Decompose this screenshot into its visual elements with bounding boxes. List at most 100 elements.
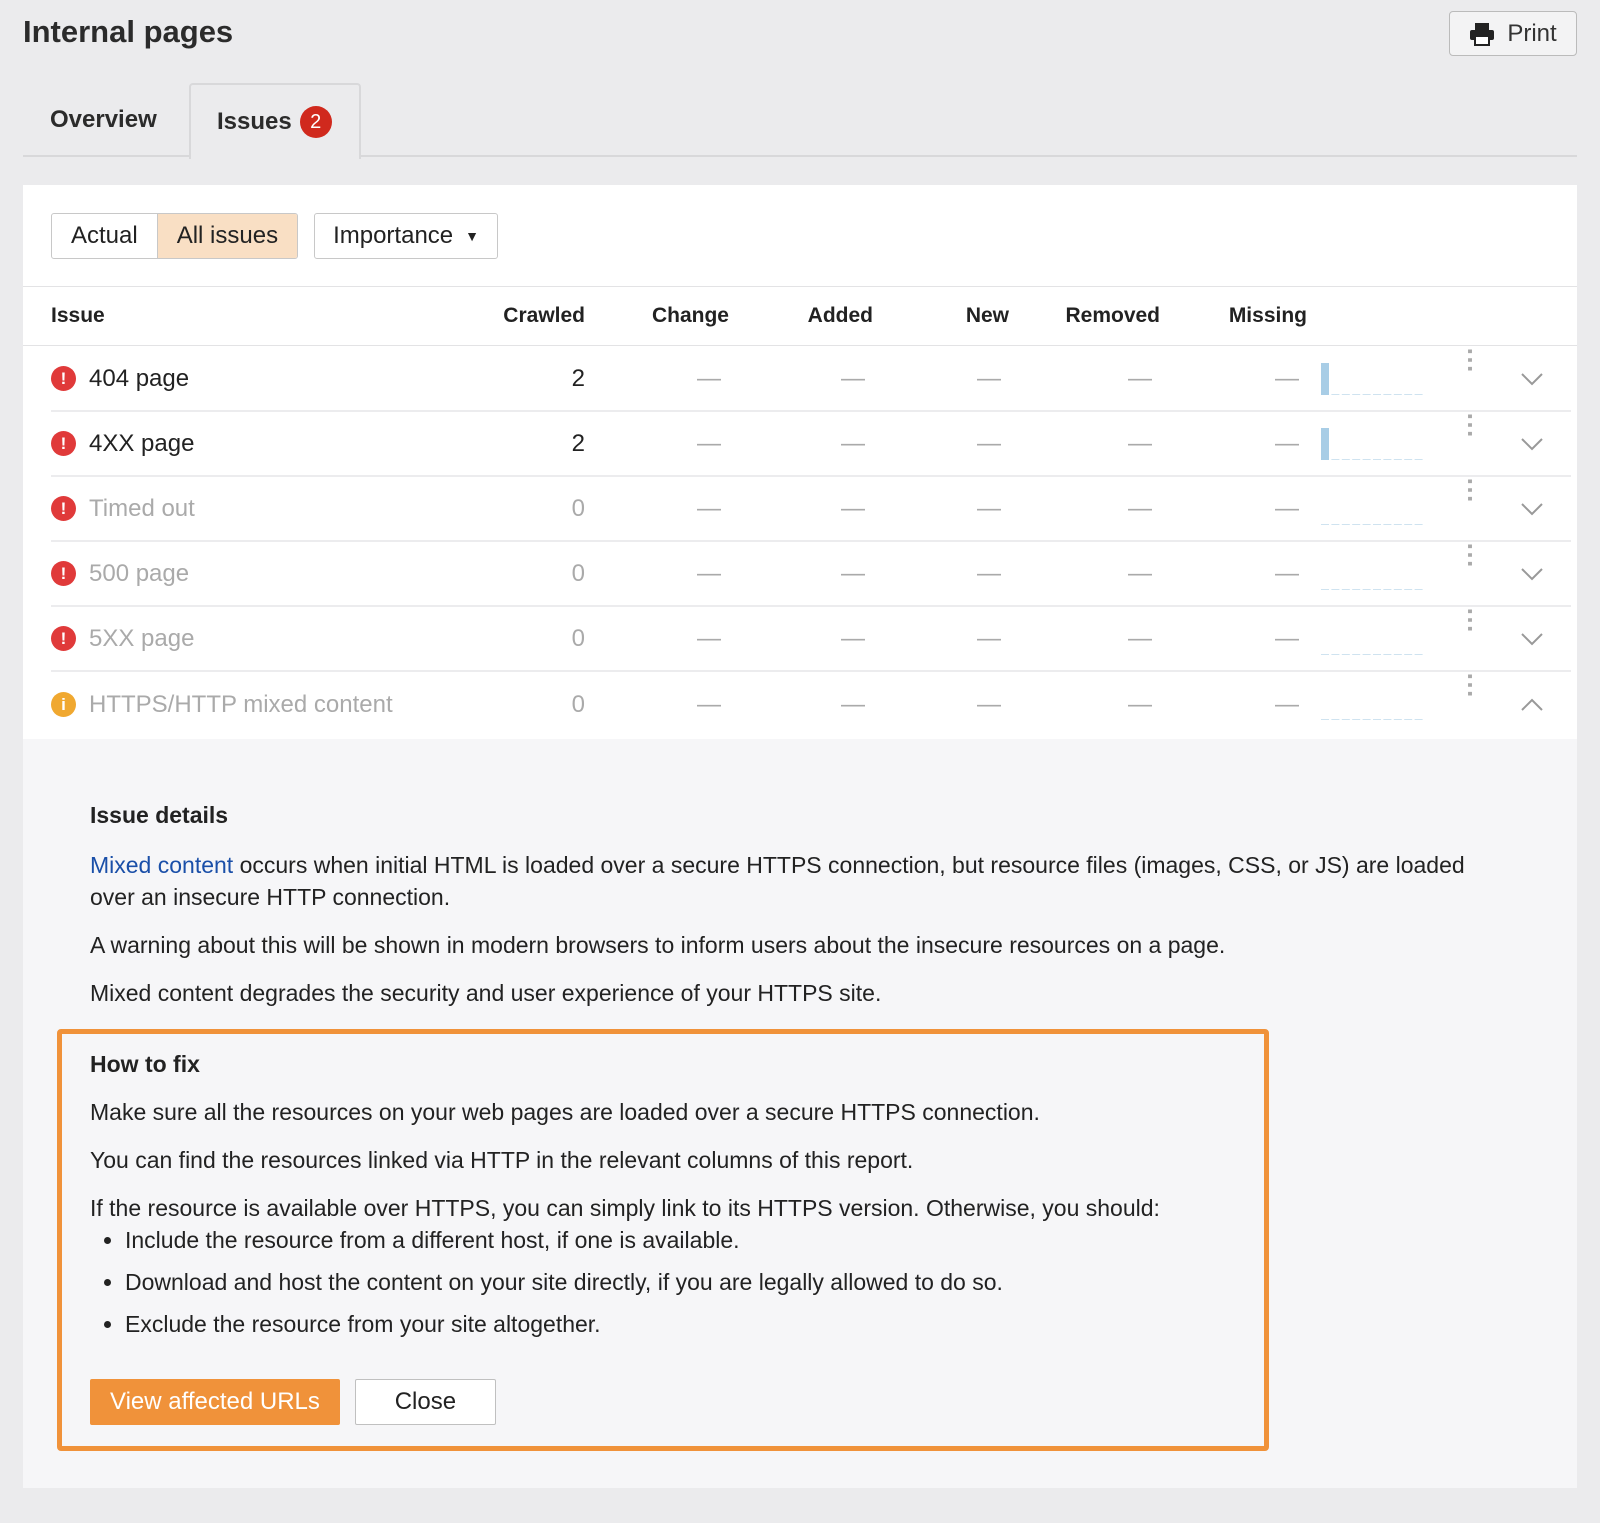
details-text: A warning about this will be shown in mo… (90, 929, 1490, 961)
cell-change: — (629, 542, 729, 605)
info-icon: i (51, 692, 76, 717)
cell-removed: — (1023, 672, 1160, 737)
details-heading: Issue details (90, 799, 1490, 831)
trend-bar (1415, 589, 1423, 590)
trend-bar (1373, 589, 1381, 590)
more-options-icon[interactable]: ⋯ (1455, 607, 1486, 670)
details-text: occurs when initial HTML is loaded over … (90, 852, 1465, 910)
table-row[interactable]: ! Timed out0————— ⋯ (51, 477, 1571, 542)
cell-new: — (909, 672, 1009, 737)
issue-name[interactable]: Timed out (89, 477, 195, 540)
cell-added: — (773, 672, 873, 737)
col-added[interactable]: Added (773, 287, 873, 345)
trend-bar (1352, 589, 1360, 590)
table-row[interactable]: ! 500 page0————— ⋯ (51, 542, 1571, 607)
trend-bar (1404, 524, 1412, 525)
col-missing[interactable]: Missing (1183, 287, 1307, 345)
trend-bar (1331, 719, 1339, 720)
trend-bar (1363, 394, 1371, 395)
print-button[interactable]: Print (1449, 11, 1577, 56)
trend-bar (1383, 589, 1391, 590)
table-header: Issue Crawled Change Added New Removed M… (23, 286, 1577, 346)
trend-bar (1373, 394, 1381, 395)
mixed-content-link[interactable]: Mixed content (90, 852, 233, 878)
chevron-down-icon[interactable] (1521, 347, 1543, 410)
table-row[interactable]: ! 5XX page0————— ⋯ (51, 607, 1571, 672)
trend-bar (1404, 589, 1412, 590)
cell-new: — (909, 347, 1009, 410)
trend-bar (1352, 394, 1360, 395)
col-change[interactable]: Change (629, 287, 729, 345)
more-options-icon[interactable]: ⋯ (1455, 477, 1486, 540)
cell-missing: — (1183, 347, 1307, 410)
trend-bar (1342, 654, 1350, 655)
cell-crawled: 0 (478, 607, 585, 670)
cell-change: — (629, 672, 729, 737)
issue-name[interactable]: 500 page (89, 542, 189, 605)
trend-bar (1404, 394, 1412, 395)
chevron-down-icon[interactable] (1521, 477, 1543, 540)
col-crawled[interactable]: Crawled (478, 287, 585, 345)
actual-button[interactable]: Actual (52, 214, 157, 258)
trend-bar (1415, 459, 1423, 460)
more-options-icon[interactable]: ⋯ (1455, 672, 1486, 737)
issue-name[interactable]: 5XX page (89, 607, 194, 670)
chevron-up-icon[interactable] (1521, 672, 1543, 737)
trend-bar (1394, 654, 1402, 655)
tab-overview[interactable]: Overview (50, 83, 157, 157)
cell-crawled: 0 (478, 542, 585, 605)
cell-change: — (629, 347, 729, 410)
printer-icon (1469, 22, 1495, 46)
col-new[interactable]: New (909, 287, 1009, 345)
trend-bar (1363, 459, 1371, 460)
all-issues-button[interactable]: All issues (157, 214, 297, 258)
chevron-down-icon[interactable] (1521, 412, 1543, 475)
cell-added: — (773, 477, 873, 540)
cell-removed: — (1023, 477, 1160, 540)
issue-name[interactable]: HTTPS/HTTP mixed content (89, 672, 393, 737)
cell-added: — (773, 607, 873, 670)
table-row[interactable]: ! 4XX page2————— ⋯ (51, 412, 1571, 477)
fix-bullet: Include the resource from a different ho… (125, 1224, 1236, 1256)
issues-panel: Actual All issues Importance▼ Issue Craw… (23, 185, 1577, 1488)
table-row[interactable]: ! 404 page2————— ⋯ (51, 347, 1571, 412)
close-button[interactable]: Close (355, 1379, 496, 1425)
error-icon: ! (51, 366, 76, 391)
cell-crawled: 2 (478, 412, 585, 475)
more-options-icon[interactable]: ⋯ (1455, 347, 1486, 410)
trend-bar (1321, 363, 1329, 395)
col-issue[interactable]: Issue (51, 287, 105, 345)
trend-bar (1394, 524, 1402, 525)
trend-bar (1394, 589, 1402, 590)
trend-bar (1394, 459, 1402, 460)
trend-bar (1373, 524, 1381, 525)
chevron-down-icon[interactable] (1521, 607, 1543, 670)
tab-issues[interactable]: Issues2 (189, 83, 361, 159)
trend-sparkline (1321, 686, 1425, 720)
table-row[interactable]: i HTTPS/HTTP mixed content0————— ⋯ (51, 672, 1571, 737)
issue-details: Issue details Mixed content occurs when … (23, 739, 1577, 1488)
issue-name[interactable]: 404 page (89, 347, 189, 410)
trend-bar (1373, 654, 1381, 655)
trend-bar (1363, 589, 1371, 590)
issue-name[interactable]: 4XX page (89, 412, 194, 475)
cell-new: — (909, 412, 1009, 475)
cell-removed: — (1023, 412, 1160, 475)
fix-text: You can find the resources linked via HT… (90, 1144, 1236, 1176)
chevron-down-icon[interactable] (1521, 542, 1543, 605)
trend-bar (1363, 654, 1371, 655)
error-icon: ! (51, 561, 76, 586)
cell-change: — (629, 607, 729, 670)
cell-missing: — (1183, 477, 1307, 540)
importance-dropdown[interactable]: Importance▼ (314, 213, 498, 259)
how-to-fix-heading: How to fix (90, 1048, 1236, 1080)
view-affected-urls-button[interactable]: View affected URLs (90, 1379, 340, 1425)
more-options-icon[interactable]: ⋯ (1455, 542, 1486, 605)
how-to-fix-box: How to fix Make sure all the resources o… (57, 1029, 1269, 1451)
cell-missing: — (1183, 542, 1307, 605)
col-removed[interactable]: Removed (1023, 287, 1160, 345)
more-options-icon[interactable]: ⋯ (1455, 412, 1486, 475)
trend-bar (1352, 654, 1360, 655)
trend-bar (1394, 719, 1402, 720)
trend-bar (1331, 524, 1339, 525)
